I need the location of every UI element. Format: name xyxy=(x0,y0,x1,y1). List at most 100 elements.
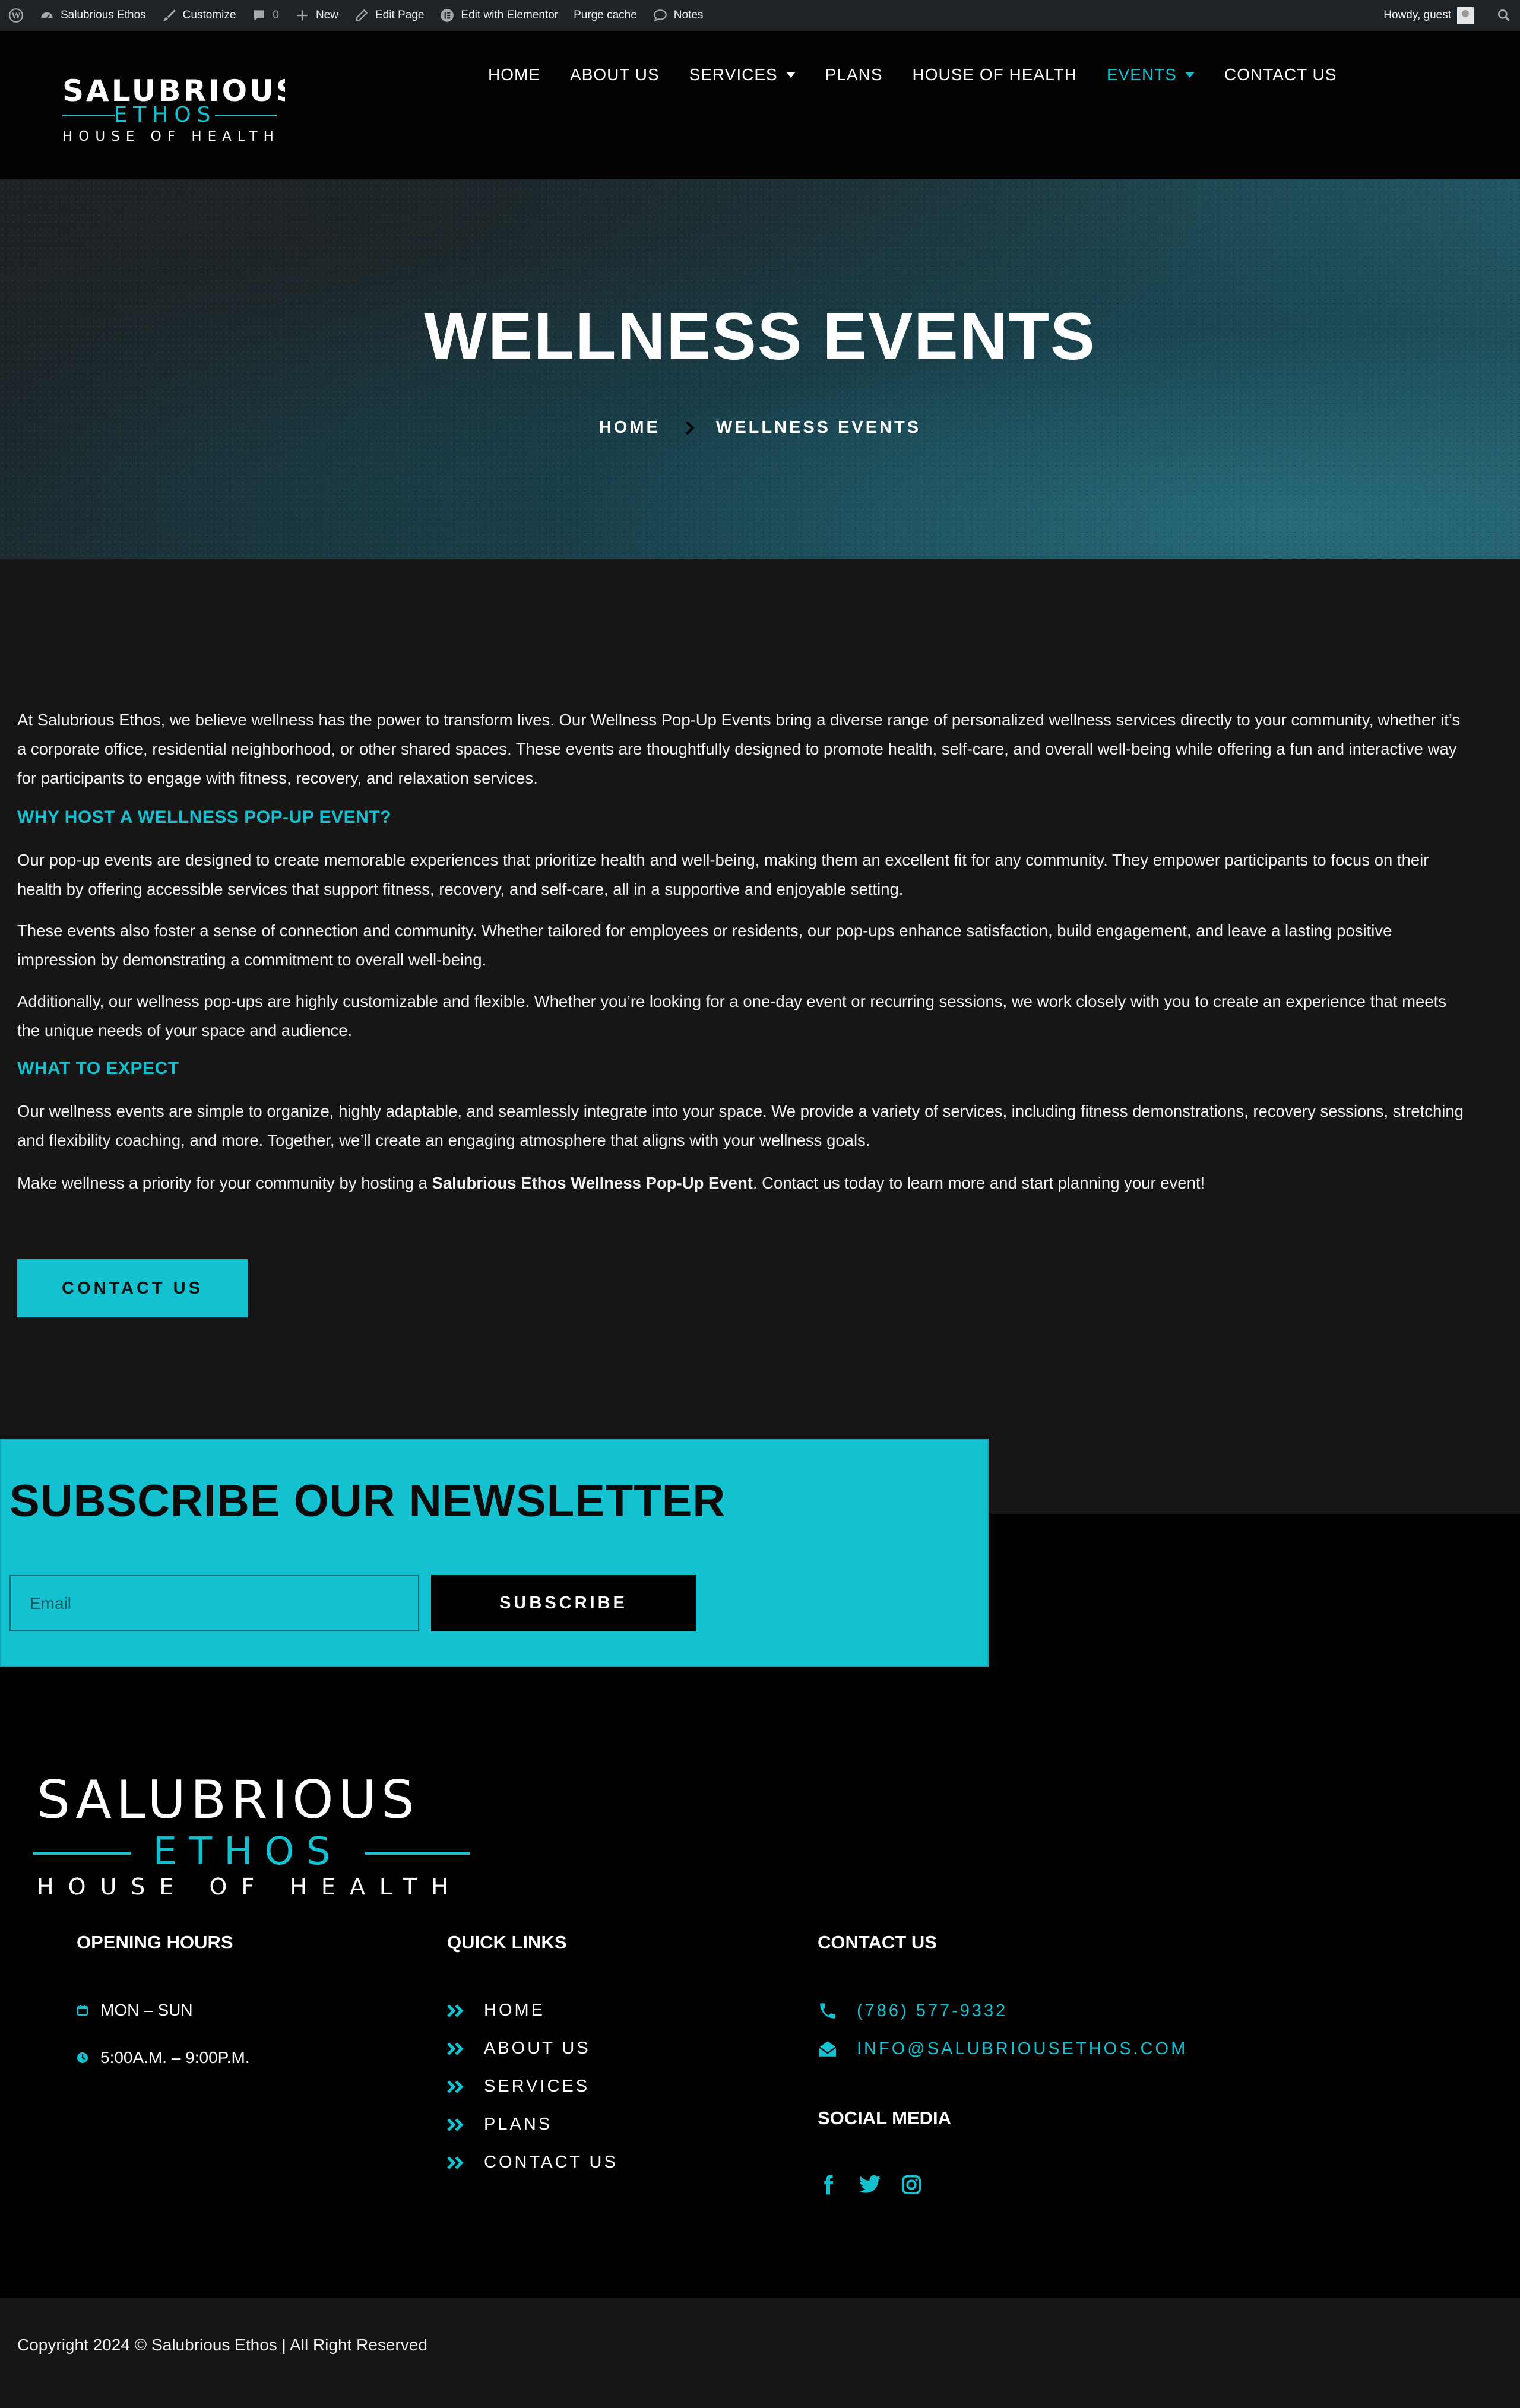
email-address: INFO@SALUBRIOUSETHOS.COM xyxy=(857,2039,1188,2058)
double-chevron-right-icon xyxy=(447,2156,464,2169)
speech-bubble-icon xyxy=(653,9,667,22)
admin-bar: W Salubrious Ethos Customize 0 New Edit … xyxy=(0,0,1520,31)
wordpress-logo-button[interactable]: W xyxy=(8,8,24,23)
nav-services-label: SERVICES xyxy=(689,65,778,84)
quick-link-services[interactable]: SERVICES xyxy=(447,2077,590,2096)
elementor-icon xyxy=(441,9,454,22)
double-chevron-right-icon xyxy=(447,2042,464,2055)
nav-house-of-health[interactable]: HOUSE OF HEALTH xyxy=(913,65,1077,84)
phone-link[interactable]: (786) 577-9332 xyxy=(818,2001,1008,2021)
expect-paragraph: Our wellness events are simple to organi… xyxy=(17,1102,1464,1149)
pencil-icon xyxy=(355,9,368,22)
closing-text-start: Make wellness a priority for your commun… xyxy=(17,1174,432,1192)
nav-home[interactable]: HOME xyxy=(488,65,540,84)
nav-about-us[interactable]: ABOUT US xyxy=(570,65,660,84)
search-icon[interactable] xyxy=(1496,8,1512,23)
facebook-icon[interactable] xyxy=(818,2173,839,2197)
quick-link-home[interactable]: HOME xyxy=(447,2001,545,2020)
quick-link-about-label: ABOUT US xyxy=(484,2039,591,2058)
subscribe-button-label: SUBSCRIBE xyxy=(499,1593,628,1612)
why-host-heading: WHY HOST A WELLNESS POP-UP EVENT? xyxy=(17,807,391,827)
purge-cache-link[interactable]: Purge cache xyxy=(574,9,637,22)
caret-down-icon xyxy=(1185,72,1195,78)
new-content-link[interactable]: New xyxy=(294,8,338,23)
notes-link[interactable]: Notes xyxy=(653,8,704,23)
breadcrumb: HOME WELLNESS EVENTS xyxy=(0,418,1520,438)
notes-label: Notes xyxy=(673,9,704,21)
wordpress-icon: W xyxy=(9,8,23,23)
comments-link[interactable]: 0 xyxy=(251,8,279,23)
instagram-icon[interactable] xyxy=(901,2174,922,2195)
closing-paragraph: Make wellness a priority for your commun… xyxy=(17,1168,1466,1197)
nav-services[interactable]: SERVICES xyxy=(689,65,796,84)
chevron-right-icon xyxy=(682,422,695,435)
twitter-icon[interactable] xyxy=(858,2173,882,2197)
page-title: WELLNESS EVENTS xyxy=(424,299,1096,373)
newsletter-title: SUBSCRIBE OUR NEWSLETTER xyxy=(10,1476,726,1526)
main-navigation: HOME ABOUT US SERVICES PLANS HOUSE OF HE… xyxy=(488,63,1337,87)
comments-count: 0 xyxy=(273,9,279,21)
nav-plans-label: PLANS xyxy=(825,65,883,84)
intro-paragraph: At Salubrious Ethos, we believe wellness… xyxy=(17,711,1461,787)
quick-link-home-label: HOME xyxy=(484,2001,545,2020)
nav-plans[interactable]: PLANS xyxy=(825,65,883,84)
customize-link[interactable]: Customize xyxy=(162,8,236,23)
nav-house-label: HOUSE OF HEALTH xyxy=(912,65,1077,84)
hero-banner: WELLNESS EVENTS HOME WELLNESS EVENTS xyxy=(0,179,1520,559)
nav-events[interactable]: EVENTS xyxy=(1107,65,1195,84)
howdy-label: Howdy, guest xyxy=(1383,9,1451,21)
comment-icon xyxy=(254,10,265,21)
new-label: New xyxy=(315,9,338,21)
site-logo[interactable]: SALUBRIOUS ETHOS HOUSE OF HEALTH xyxy=(59,43,285,145)
why-paragraph-2: These events also foster a sense of conn… xyxy=(17,921,1392,969)
logo-text-middle: ETHOS xyxy=(114,103,217,127)
closing-text-end: . Contact us today to learn more and sta… xyxy=(752,1174,1205,1192)
edit-page-link[interactable]: Edit Page xyxy=(354,8,424,23)
calendar-icon xyxy=(77,2005,88,2016)
email-link[interactable]: INFO@SALUBRIOUSETHOS.COM xyxy=(818,2039,1188,2059)
nav-about-label: ABOUT US xyxy=(570,65,660,84)
quick-link-contact-label: CONTACT US xyxy=(484,2153,618,2172)
why-paragraph-3: Additionally, our wellness pop-ups are h… xyxy=(17,992,1446,1040)
plus-icon xyxy=(297,10,308,21)
what-to-expect-heading: WHAT TO EXPECT xyxy=(17,1059,179,1078)
purge-cache-label: Purge cache xyxy=(574,9,637,21)
breadcrumb-home-link[interactable]: HOME xyxy=(599,418,660,438)
caret-down-icon xyxy=(786,72,796,78)
quick-link-plans[interactable]: PLANS xyxy=(447,2115,552,2134)
why-paragraph-1: Our pop-up events are designed to create… xyxy=(17,851,1429,898)
edit-page-label: Edit Page xyxy=(375,9,425,21)
closing-text-bold: Salubrious Ethos Wellness Pop-Up Event xyxy=(432,1174,753,1192)
hours-time-text: 5:00A.M. – 9:00P.M. xyxy=(100,2048,250,2067)
dashboard-icon xyxy=(41,12,53,19)
hours-time-row: 5:00A.M. – 9:00P.M. xyxy=(77,2048,250,2067)
hours-days-row: MON – SUN xyxy=(77,2001,193,2020)
quick-links-title: QUICK LINKS xyxy=(447,1932,567,1953)
newsletter-section: SUBSCRIBE OUR NEWSLETTER SUBSCRIBE xyxy=(0,1439,989,1667)
edit-elementor-link[interactable]: Edit with Elementor xyxy=(439,8,558,23)
edit-elementor-label: Edit with Elementor xyxy=(461,9,559,21)
contact-us-button[interactable]: CONTACT US xyxy=(17,1259,248,1317)
footer-logo-text-bottom: HOUSE OF HEALTH xyxy=(37,1874,463,1900)
double-chevron-right-icon xyxy=(447,2118,464,2131)
my-account-link[interactable]: Howdy, guest xyxy=(1383,7,1474,24)
double-chevron-right-icon xyxy=(447,2080,464,2093)
double-chevron-right-icon xyxy=(447,2004,464,2017)
quick-link-contact-us[interactable]: CONTACT US xyxy=(447,2153,618,2172)
envelope-open-icon xyxy=(819,2041,837,2057)
phone-number: (786) 577-9332 xyxy=(857,2001,1008,2020)
breadcrumb-current: WELLNESS EVENTS xyxy=(715,418,922,437)
quick-link-services-label: SERVICES xyxy=(484,2077,590,2096)
clock-icon xyxy=(77,2052,88,2063)
nav-contact-us[interactable]: CONTACT US xyxy=(1224,65,1337,84)
subscribe-button[interactable]: SUBSCRIBE xyxy=(431,1575,696,1631)
quick-link-about-us[interactable]: ABOUT US xyxy=(447,2039,591,2058)
site-name-link[interactable]: Salubrious Ethos xyxy=(39,8,146,23)
phone-icon xyxy=(820,2003,835,2019)
footer-logo[interactable]: SALUBRIOUS ETHOS HOUSE OF HEALTH xyxy=(32,1775,471,1900)
contact-us-title: CONTACT US xyxy=(818,1932,937,1953)
footer-logo-text-top: SALUBRIOUS xyxy=(37,1775,419,1830)
opening-hours-title: OPENING HOURS xyxy=(77,1932,233,1953)
logo-text-bottom: HOUSE OF HEALTH xyxy=(62,129,280,144)
newsletter-email-input[interactable] xyxy=(10,1575,419,1631)
